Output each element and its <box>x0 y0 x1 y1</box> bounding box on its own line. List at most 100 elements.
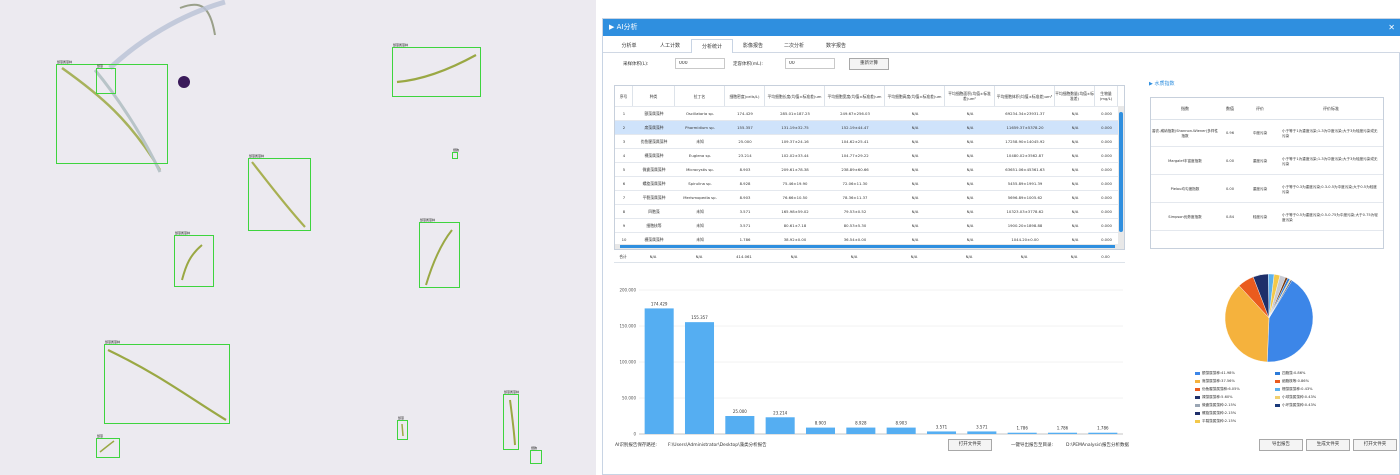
water-quality-table: 指数 数值 评价 评价标准 香农-威纳指数(Shannon-Wiener)多样性指数 0.… <box>1150 97 1384 249</box>
table-row[interactable]: 7 平裂藻属藻种 Merismopedia sp. 8.903 76.66±10.50 7… <box>615 190 1118 204</box>
sample-volume-input[interactable] <box>675 58 725 69</box>
table-header-cell: 平均细胞高度(均值±标准差)um <box>885 86 945 106</box>
bar-value-label: 25.000 <box>733 409 747 414</box>
constant-volume-input[interactable] <box>785 58 835 69</box>
open-export-folder-button[interactable]: 打开文件夹 <box>1353 439 1397 451</box>
horizontal-scrollbar[interactable] <box>615 244 1120 249</box>
scroll-thumb[interactable] <box>1119 112 1123 232</box>
legend-label: 细胞核等:0.86% <box>1282 379 1310 383</box>
table-cell: 238.89±60.66 <box>841 167 869 172</box>
detection-box: 细胞 <box>530 446 542 464</box>
table-cell: 78.36±11.37 <box>842 195 868 200</box>
tab-bar: 分析单 人工计数 分析统计 影像报告 二次分析 数字报告 <box>603 36 1400 53</box>
table-cell: 25.000 <box>738 139 752 144</box>
table-header-cell: 平均细胞数量(均值±标准差) <box>1055 86 1095 106</box>
eval-header-cell: 评价 <box>1241 98 1279 120</box>
parameter-bar: 采样体积(L): 定容体积(mL): 重新计算 <box>603 55 1400 75</box>
bar <box>765 417 795 434</box>
eval-row: Margalef丰富度指数 0.00 重度污染 小于等于1为重度污染;1-3为中度污染… <box>1151 148 1383 175</box>
analysis-window: ▶ AI分析 ✕ 分析单 人工计数 分析统计 影像报告 二次分析 数字报告 采样… <box>602 18 1400 475</box>
export-report-button[interactable]: 导出报告 <box>1259 439 1303 451</box>
report-path-label: AI识别报告保存路径: <box>615 443 657 448</box>
tab-statistics[interactable]: 分析统计 <box>691 39 733 53</box>
bar <box>1047 432 1078 434</box>
table-cell: 104.62±25.41 <box>841 139 869 144</box>
eval-cell: 小于等于1为重度污染;1-3为中度污染;大于3为轻度污染或无污染 <box>1282 128 1378 138</box>
open-folder-button[interactable]: 打开文件夹 <box>948 439 992 451</box>
table-cell: N/A <box>1071 139 1079 144</box>
table-cell: N/A <box>1071 167 1079 172</box>
table-cell: N/A <box>911 153 919 158</box>
table-cell: 249.67±256.03 <box>840 111 870 116</box>
eval-header-cell: 评价标准 <box>1279 98 1383 120</box>
table-row[interactable]: 2 席藻属藻种 Phormidium sp. 155.357 131.19±32.75 1… <box>615 120 1118 134</box>
table-cell: 螺旋藻属藻种 <box>642 181 666 186</box>
table-row[interactable]: 9 细胞核等 未知 3.571 80.61±7.18 80.53±5.30 N/A N/A 19… <box>615 218 1118 232</box>
legend-label: 伪鱼腥藻属藻种:6.05% <box>1202 387 1240 391</box>
table-row[interactable]: 4 裸藻属藻种 Euglena sp. 23.214 102.02±33.44 104.7… <box>615 148 1118 162</box>
table-cell: 颤藻属藻种 <box>644 111 664 116</box>
detection-box: 细胞 <box>452 148 459 159</box>
scroll-thumb[interactable] <box>620 245 1115 248</box>
table-row[interactable]: 8 四胞藻 未知 3.571 165.98±59.02 79.53±0.52 N/A N/A 1… <box>615 204 1118 218</box>
detection-label: 颤藻属藻种 <box>504 390 520 394</box>
legend-label: 小环藻属藻种:0.43% <box>1282 403 1317 407</box>
tab-manual-count[interactable]: 人工计数 <box>649 39 691 53</box>
eval-row: 香农-威纳指数(Shannon-Wiener)多样性指数 0.96 中度污染 小于等于… <box>1151 120 1383 147</box>
table-cell: 裸藻属藻种 <box>644 153 664 158</box>
table-cell: 72.06±11.30 <box>842 181 868 186</box>
eval-row: Simpson优势度指数 0.84 轻度污染 小于等于0.5为重度污染;0.5-0.7… <box>1151 204 1383 231</box>
bar-value-label: 8.903 <box>815 421 827 426</box>
tab-digital-report[interactable]: 数字报告 <box>815 39 857 53</box>
table-header-cell: 平均细胞宽度(均值±标准差)um <box>825 86 885 106</box>
export-dir-label: 一键导出报告至目录: <box>1011 443 1054 448</box>
tab-image-report[interactable]: 影像报告 <box>733 39 773 53</box>
detection-label: 颤藻 <box>398 416 405 420</box>
table-row[interactable]: 3 伪鱼腥藻属藻种 未知 25.000 109.37±24.16 104.62±25.41… <box>615 134 1118 148</box>
eval-cell: 重度污染 <box>1252 159 1268 163</box>
table-cell: 11659.37±5378.20 <box>1006 125 1044 130</box>
table-cell: 152.19±44.47 <box>841 125 869 130</box>
table-cell: 0.000 <box>1101 181 1112 186</box>
tab-secondary-analysis[interactable]: 二次分析 <box>773 39 815 53</box>
close-icon[interactable]: ✕ <box>1388 19 1395 36</box>
table-cell: 6 <box>622 181 626 186</box>
legend-item: 细胞核等:0.86% <box>1275 379 1309 384</box>
table-cell: 平裂藻属藻种 <box>642 195 666 200</box>
table-cell: 79.53±0.52 <box>843 209 867 214</box>
table-row[interactable]: 6 螺旋藻属藻种 Spirulina sp. 8.928 75.46±19.90 72.0… <box>615 176 1118 190</box>
table-row[interactable]: 5 微囊藻属藻种 Microcystis sp. 8.903 209.61±78.38 2… <box>615 162 1118 176</box>
table-cell: Spirulina sp. <box>688 181 712 186</box>
table-cell: 10480.02±3562.87 <box>1006 153 1044 158</box>
table-cell: N/A <box>911 223 919 228</box>
create-folder-button[interactable]: 生成文件夹 <box>1306 439 1350 451</box>
table-cell: N/A <box>966 153 974 158</box>
tab-analysis-list[interactable]: 分析单 <box>609 39 649 53</box>
export-dir-value: D:\PEMAnalysis\报告分析数据 <box>1066 443 1129 448</box>
legend-item: 裸藻属藻种:5.60% <box>1195 395 1233 400</box>
table-cell: 1 <box>622 111 626 116</box>
table-cell: N/A <box>911 139 919 144</box>
table-cell: N/A <box>1071 223 1079 228</box>
eval-cell: Pielou均匀度指数 <box>1170 187 1200 191</box>
table-row[interactable]: 1 颤藻属藻种 Oscillatoria sp. 174.429 285.01±187.… <box>615 106 1118 120</box>
table-cell: Oscillatoria sp. <box>685 111 715 116</box>
legend-swatch <box>1275 379 1280 383</box>
legend-item: 伪鱼腥藻属藻种:6.05% <box>1195 387 1240 392</box>
table-cell: Euglena sp. <box>688 153 712 158</box>
recalculate-button[interactable]: 重新计算 <box>849 58 889 70</box>
table-cell: N/A <box>966 181 974 186</box>
pie-legend: 颤藻属藻种:41.98% 席藻属藻种:37.56% 伪鱼腥藻属藻种:6.05% 裸藻属… <box>1195 371 1395 431</box>
table-header-cell: 细胞密度(cells/L) <box>725 86 765 106</box>
y-tick-label: 0 <box>633 432 636 437</box>
table-cell: N/A <box>911 125 919 130</box>
table-cell: 3.571 <box>739 209 751 214</box>
bar-value-label: 1.786 <box>1097 426 1109 431</box>
table-cell: N/A <box>1071 125 1079 130</box>
detection-label: 颤藻 <box>97 434 104 438</box>
legend-swatch <box>1195 419 1200 423</box>
vertical-scrollbar[interactable] <box>1118 106 1124 249</box>
legend-swatch <box>1195 395 1200 399</box>
legend-label: 平裂藻属藻种:2.15% <box>1202 419 1237 423</box>
legend-swatch <box>1275 403 1280 407</box>
